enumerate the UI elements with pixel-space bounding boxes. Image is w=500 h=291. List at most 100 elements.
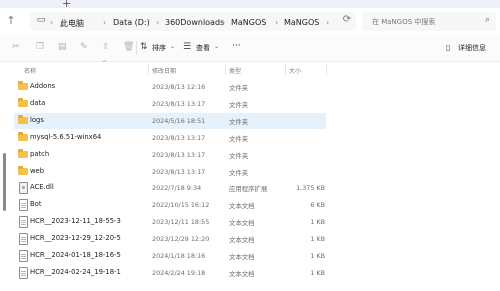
- folder-icon: [18, 131, 28, 141]
- file-name: Addons: [30, 82, 56, 90]
- more-options-button[interactable]: ···: [232, 41, 241, 51]
- address-bar[interactable]: ▭ › 此电脑 › Data (D:) › 360Downloads › MaN…: [30, 12, 356, 31]
- chevron-down-icon: ⌄: [170, 43, 176, 50]
- file-date: 2023/8/13 12:16: [152, 83, 206, 91]
- sort-icon[interactable]: ⇅: [140, 42, 148, 52]
- file-row[interactable]: web 2023/8/13 13:17 文件夹: [14, 164, 326, 180]
- column-header-row: ^ 名称 修改日期 类型 大小: [0, 60, 500, 77]
- command-bar: ✂ ❐ ▤ ✎ ⇪ 🗑 ⇅ 排序 ⌄ ☰ 查看 ⌄ ··· ▯ 详细信息: [0, 35, 500, 62]
- file-type: 文件夹: [229, 100, 249, 109]
- file-row[interactable]: HCR__2023-12-29_12-20-5 2023/12/29 12:20 文…: [14, 231, 326, 247]
- file-size: 6 KB: [310, 201, 325, 210]
- file-row[interactable]: Bot 2022/10/15 16:12 文本文档 6 KB: [14, 197, 326, 213]
- details-button[interactable]: 详细信息: [458, 43, 486, 53]
- file-row[interactable]: patch 2023/8/13 13:17 文件夹: [14, 147, 326, 163]
- sort-ascending-icon: ^: [102, 60, 108, 67]
- file-name: patch: [30, 149, 50, 158]
- file-size: 1 KB: [310, 235, 325, 244]
- file-date: 2023/8/13 13:17: [152, 99, 206, 108]
- file-name: HCR__2023-12-29_12-20-5: [30, 234, 121, 243]
- chevron-right-icon: ›: [275, 18, 279, 27]
- address-row: ↑ ▭ › 此电脑 › Data (D:) › 360Downloads › M…: [0, 8, 500, 35]
- view-icon[interactable]: ☰: [183, 42, 191, 52]
- file-type: 文件夹: [229, 168, 249, 177]
- file-type: 文本文档: [229, 269, 255, 278]
- breadcrumb-this-pc[interactable]: 此电脑: [60, 18, 84, 29]
- file-size: 1 KB: [310, 218, 325, 227]
- file-name: data: [30, 98, 46, 107]
- breadcrumb-mangos-current[interactable]: MaNGOS: [284, 18, 319, 27]
- text-file-icon: [19, 250, 28, 262]
- column-divider[interactable]: [326, 64, 327, 75]
- file-type: 文件夹: [229, 84, 249, 92]
- share-icon[interactable]: ⇪: [102, 42, 110, 52]
- file-type: 文件夹: [229, 117, 249, 126]
- column-header-date[interactable]: 修改日期: [152, 66, 176, 75]
- file-date: 2024/5/16 18:51: [152, 116, 206, 125]
- dll-file-icon: [19, 182, 28, 195]
- file-date: 2024/1/18 18:16: [152, 252, 206, 260]
- search-icon: ⌕: [484, 15, 490, 25]
- nav-pane-scrollbar[interactable]: [0, 77, 9, 291]
- refresh-icon[interactable]: ⟳: [340, 14, 354, 25]
- folder-icon: [18, 114, 28, 124]
- folder-icon: [18, 148, 28, 158]
- copy-icon[interactable]: ❐: [36, 42, 44, 52]
- details-pane-icon[interactable]: ▯: [446, 43, 450, 52]
- file-name: Bot: [30, 200, 42, 209]
- file-name: HCR__2024-01-18_18-16-5: [30, 251, 121, 259]
- file-row[interactable]: Addons 2023/8/13 12:16 文件夹: [14, 79, 326, 95]
- file-row[interactable]: HCR__2024-02-24_19-18-1 2024/2/24 19:18 文本…: [14, 265, 326, 281]
- column-header-name[interactable]: 名称: [24, 66, 36, 75]
- file-name: mysql-5.6.51-winx64: [30, 132, 102, 141]
- file-row[interactable]: logs 2024/5/16 18:51 文件夹: [14, 112, 326, 129]
- file-date: 2024/2/24 19:18: [152, 268, 206, 277]
- file-row[interactable]: HCR__2024-01-18_18-16-5 2024/1/18 18:16 文本…: [14, 248, 326, 264]
- file-date: 2022/7/18 9:34: [152, 184, 202, 193]
- file-size: 1,375 KB: [296, 184, 325, 193]
- column-divider[interactable]: [148, 64, 149, 75]
- file-row[interactable]: ACE.dll 2022/7/18 9:34 应用程序扩展 1,375 KB: [14, 180, 326, 196]
- column-divider[interactable]: [225, 64, 226, 75]
- file-type: 文本文档: [229, 219, 255, 228]
- delete-icon[interactable]: 🗑: [123, 42, 134, 52]
- breadcrumb-mangos[interactable]: MaNGOS: [231, 18, 266, 27]
- paste-icon[interactable]: ▤: [58, 42, 67, 52]
- file-row[interactable]: data 2023/8/13 13:17 文件夹: [14, 96, 326, 112]
- file-name: ACE.dll: [30, 183, 54, 192]
- file-row[interactable]: mysql-5.6.51-winx64 2023/8/13 13:17 文件夹: [14, 130, 326, 146]
- chevron-down-icon: ⌄: [214, 43, 220, 50]
- file-date: 2023/12/11 18:55: [152, 218, 210, 227]
- chevron-right-icon: ›: [326, 18, 330, 27]
- column-header-size[interactable]: 大小: [289, 66, 301, 75]
- chevron-right-icon: ›: [103, 18, 107, 27]
- column-header-type[interactable]: 类型: [229, 66, 241, 75]
- file-name: logs: [30, 115, 44, 124]
- folder-icon: [18, 81, 28, 90]
- view-button[interactable]: 查看: [196, 43, 210, 53]
- file-name: HCR__2024-02-24_19-18-1: [30, 267, 121, 276]
- breadcrumb-data-drive[interactable]: Data (D:): [113, 18, 150, 27]
- search-input[interactable]: 在 MaNGOS 中搜索 ⌕: [362, 12, 496, 31]
- command-separator: [136, 41, 137, 55]
- column-divider[interactable]: [285, 64, 286, 75]
- file-type: 文本文档: [229, 236, 255, 245]
- cut-icon[interactable]: ✂: [12, 42, 20, 52]
- text-file-icon: [19, 216, 28, 229]
- file-name: HCR__2023-12-11_18-55-3: [30, 217, 121, 226]
- file-date: 2022/10/15 16:12: [152, 201, 210, 210]
- scrollbar-thumb[interactable]: [3, 153, 6, 211]
- file-date: 2023/12/29 12:20: [152, 235, 210, 244]
- file-row[interactable]: HCR__2023-12-11_18-55-3 2023/12/11 18:55 文…: [14, 214, 326, 230]
- text-file-icon: [19, 233, 28, 246]
- rename-icon[interactable]: ✎: [80, 42, 88, 52]
- file-date: 2023/8/13 13:17: [152, 150, 206, 159]
- file-size: 1 KB: [310, 252, 325, 260]
- sort-button[interactable]: 排序: [152, 43, 166, 53]
- file-date: 2023/8/13 13:17: [152, 133, 206, 142]
- file-type: 应用程序扩展: [229, 185, 268, 194]
- up-arrow-icon[interactable]: ↑: [4, 14, 18, 27]
- breadcrumb-360downloads[interactable]: 360Downloads: [165, 18, 224, 27]
- monitor-icon: ▭: [36, 15, 46, 25]
- folder-icon: [18, 165, 28, 175]
